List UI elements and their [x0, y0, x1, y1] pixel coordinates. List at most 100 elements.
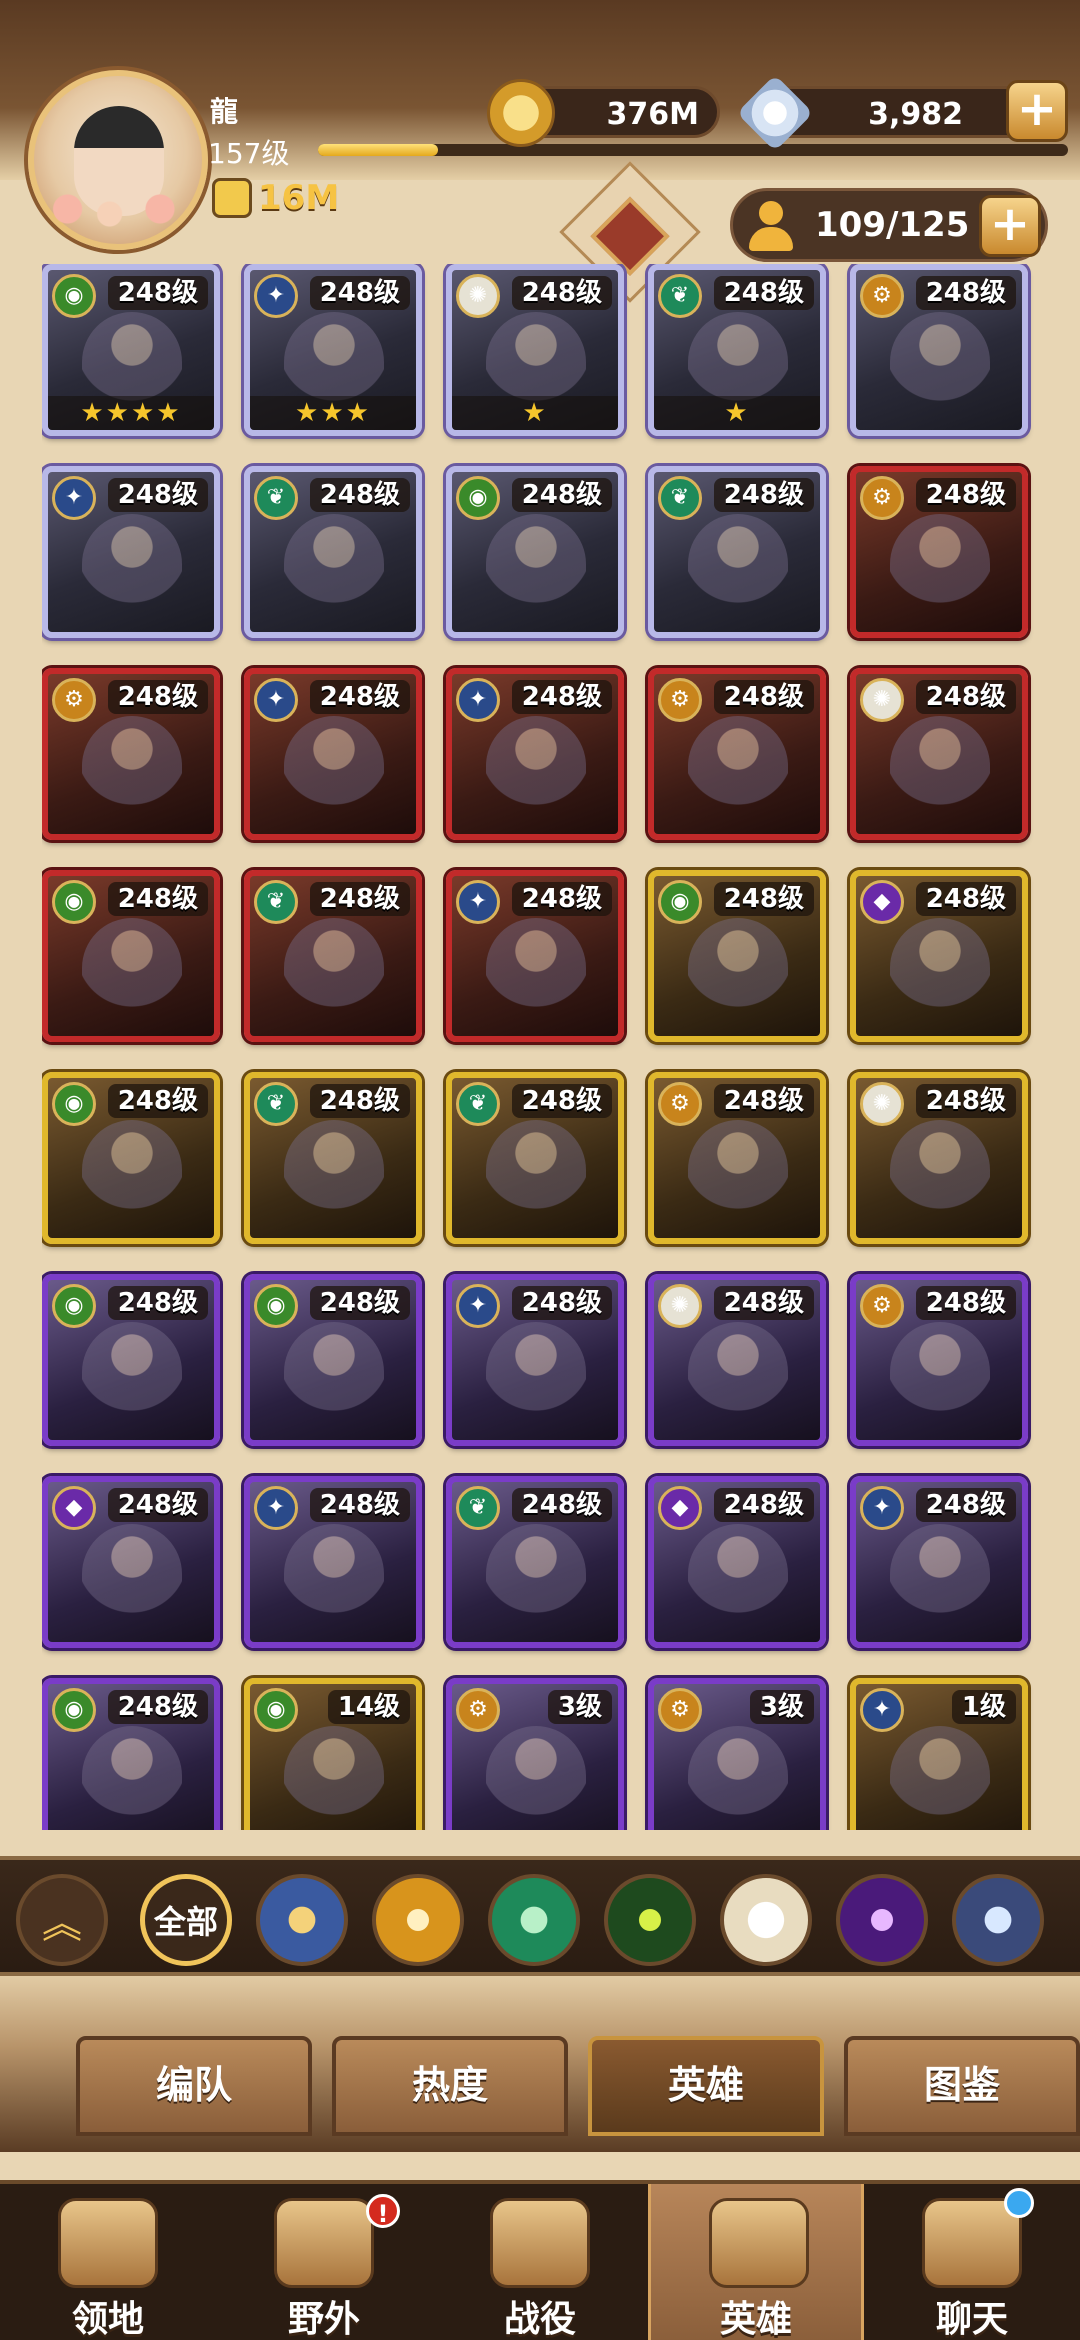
- hero-level: 248级: [915, 1084, 1016, 1118]
- hero-card[interactable]: ✺ 248级: [850, 668, 1028, 840]
- nav-item-3[interactable]: 英雄: [648, 2184, 864, 2340]
- subtab-3[interactable]: 图鉴: [844, 2036, 1080, 2136]
- hero-card[interactable]: ❦ 248级: [648, 466, 826, 638]
- hero-card[interactable]: ◉ 14级: [244, 1678, 422, 1830]
- hero-portrait: [688, 1322, 788, 1432]
- filter-hypogean-icon[interactable]: [836, 1874, 928, 1966]
- hero-level: 248级: [713, 478, 814, 512]
- hero-portrait: [284, 716, 384, 826]
- hero-card[interactable]: ❦ 248级: [244, 870, 422, 1042]
- hero-level: 248级: [107, 680, 208, 714]
- hero-level: 248级: [107, 276, 208, 310]
- filter-forest-icon[interactable]: [604, 1874, 696, 1966]
- hero-card[interactable]: ❦ 248级: [244, 1072, 422, 1244]
- add-diamonds-button[interactable]: +: [1006, 80, 1068, 142]
- hero-card[interactable]: ◉ 248级: [446, 466, 624, 638]
- hero-card[interactable]: ✦ 1级: [850, 1678, 1028, 1830]
- hero-card[interactable]: ⚙ 3级: [446, 1678, 624, 1830]
- expand-capacity-button[interactable]: +: [979, 195, 1041, 257]
- hero-card[interactable]: ◉ 248级: [648, 870, 826, 1042]
- hero-card[interactable]: ⚙ 3级: [648, 1678, 826, 1830]
- hero-card[interactable]: ✦ 248级: [850, 1476, 1028, 1648]
- hero-card[interactable]: ✦ 248级: [446, 870, 624, 1042]
- wilder-faction-icon: ❦: [456, 1486, 500, 1530]
- hero-card[interactable]: ❦ 248级 ★: [648, 264, 826, 436]
- hero-card[interactable]: ◆ 248级: [850, 870, 1028, 1042]
- hero-card[interactable]: ◉ 248级: [42, 1072, 220, 1244]
- hero-card[interactable]: ❦ 248级: [244, 466, 422, 638]
- hero-card[interactable]: ⚙ 248级: [850, 264, 1028, 436]
- filter-light-icon[interactable]: [256, 1874, 348, 1966]
- nav-item-4[interactable]: 聊天: [864, 2184, 1080, 2340]
- filter-all-button[interactable]: 全部: [140, 1874, 232, 1966]
- hero-portrait: [890, 514, 990, 624]
- collapse-chevron-icon[interactable]: ︽: [16, 1874, 108, 1966]
- player-level: 157级: [208, 137, 290, 170]
- filter-dimensional-icon[interactable]: [952, 1874, 1044, 1966]
- hero-card[interactable]: ⚙ 248级: [850, 466, 1028, 638]
- hero-portrait: [486, 716, 586, 826]
- subtab-2[interactable]: 英雄: [588, 2036, 824, 2136]
- hero-level: 248级: [713, 882, 814, 916]
- hero-portrait: [486, 1120, 586, 1230]
- hero-card[interactable]: ✦ 248级: [244, 668, 422, 840]
- forest-faction-icon: ◉: [52, 880, 96, 924]
- light-faction-icon: ✦: [860, 1688, 904, 1732]
- hero-card[interactable]: ✦ 248级: [446, 668, 624, 840]
- map-scroll-icon: [274, 2198, 374, 2288]
- subtab-0[interactable]: 编队: [76, 2036, 312, 2136]
- hero-portrait: [82, 514, 182, 624]
- hero-card[interactable]: ◉ 248级: [42, 870, 220, 1042]
- diamond-counter[interactable]: 3,982: [736, 74, 1040, 152]
- hero-card[interactable]: ❦ 248级: [446, 1476, 624, 1648]
- hero-level: 248级: [107, 1690, 208, 1724]
- hero-card[interactable]: ◆ 248级: [648, 1476, 826, 1648]
- wilder-faction-icon: ❦: [254, 476, 298, 520]
- top-bar: 龍 157级 376M 3,982 +: [0, 0, 1080, 250]
- hero-card[interactable]: ◉ 248级: [42, 1274, 220, 1446]
- forest-faction-icon: ◉: [254, 1284, 298, 1328]
- hero-card[interactable]: ✦ 248级 ★★★: [244, 264, 422, 436]
- hero-card[interactable]: ◉ 248级: [244, 1274, 422, 1446]
- hero-card[interactable]: ⚙ 248级: [648, 1072, 826, 1244]
- hero-card[interactable]: ⚙ 248级: [850, 1274, 1028, 1446]
- celestial-faction-icon: ✺: [860, 678, 904, 722]
- hero-portrait: [82, 1120, 182, 1230]
- hero-card[interactable]: ❦ 248级: [446, 1072, 624, 1244]
- hero-card[interactable]: ✺ 248级 ★: [446, 264, 624, 436]
- hero-level: 248级: [915, 1286, 1016, 1320]
- nav-label: 英雄: [719, 2299, 792, 2340]
- hero-card[interactable]: ✦ 248级: [42, 466, 220, 638]
- hero-portrait: [284, 1524, 384, 1634]
- helmet-icon: [709, 2198, 809, 2288]
- wilder-faction-icon: ❦: [456, 1082, 500, 1126]
- person-icon: [747, 201, 795, 251]
- filter-wilder-icon[interactable]: [488, 1874, 580, 1966]
- graveborn-faction-icon: ⚙: [658, 1688, 702, 1732]
- graveborn-faction-icon: ⚙: [658, 1082, 702, 1126]
- graveborn-faction-icon: ⚙: [860, 274, 904, 318]
- hero-card[interactable]: ✺ 248级: [648, 1274, 826, 1446]
- hero-card[interactable]: ⚙ 248级: [42, 668, 220, 840]
- hero-card[interactable]: ✦ 248级: [446, 1274, 624, 1446]
- hero-level: 248级: [309, 680, 410, 714]
- hero-card[interactable]: ✦ 248级: [244, 1476, 422, 1648]
- nav-item-1[interactable]: 野外!: [216, 2184, 432, 2340]
- hero-card[interactable]: ◆ 248级: [42, 1476, 220, 1648]
- hero-card[interactable]: ◉ 248级: [42, 1678, 220, 1830]
- graveborn-faction-icon: ⚙: [860, 476, 904, 520]
- nav-item-0[interactable]: 领地: [0, 2184, 216, 2340]
- filter-celestial-icon[interactable]: [720, 1874, 812, 1966]
- subtab-1[interactable]: 热度: [332, 2036, 568, 2136]
- hero-card[interactable]: ⚙ 248级: [648, 668, 826, 840]
- nav-item-2[interactable]: 战役: [432, 2184, 648, 2340]
- hero-portrait: [688, 1120, 788, 1230]
- filter-graveborn-icon[interactable]: [372, 1874, 464, 1966]
- hero-card[interactable]: ✺ 248级: [850, 1072, 1028, 1244]
- hero-portrait: [688, 1726, 788, 1830]
- gold-counter[interactable]: 376M: [487, 79, 720, 147]
- hero-portrait: [82, 1524, 182, 1634]
- player-avatar[interactable]: [28, 70, 208, 250]
- wilder-faction-icon: ❦: [254, 1082, 298, 1126]
- hero-card[interactable]: ◉ 248级 ★★★★: [42, 264, 220, 436]
